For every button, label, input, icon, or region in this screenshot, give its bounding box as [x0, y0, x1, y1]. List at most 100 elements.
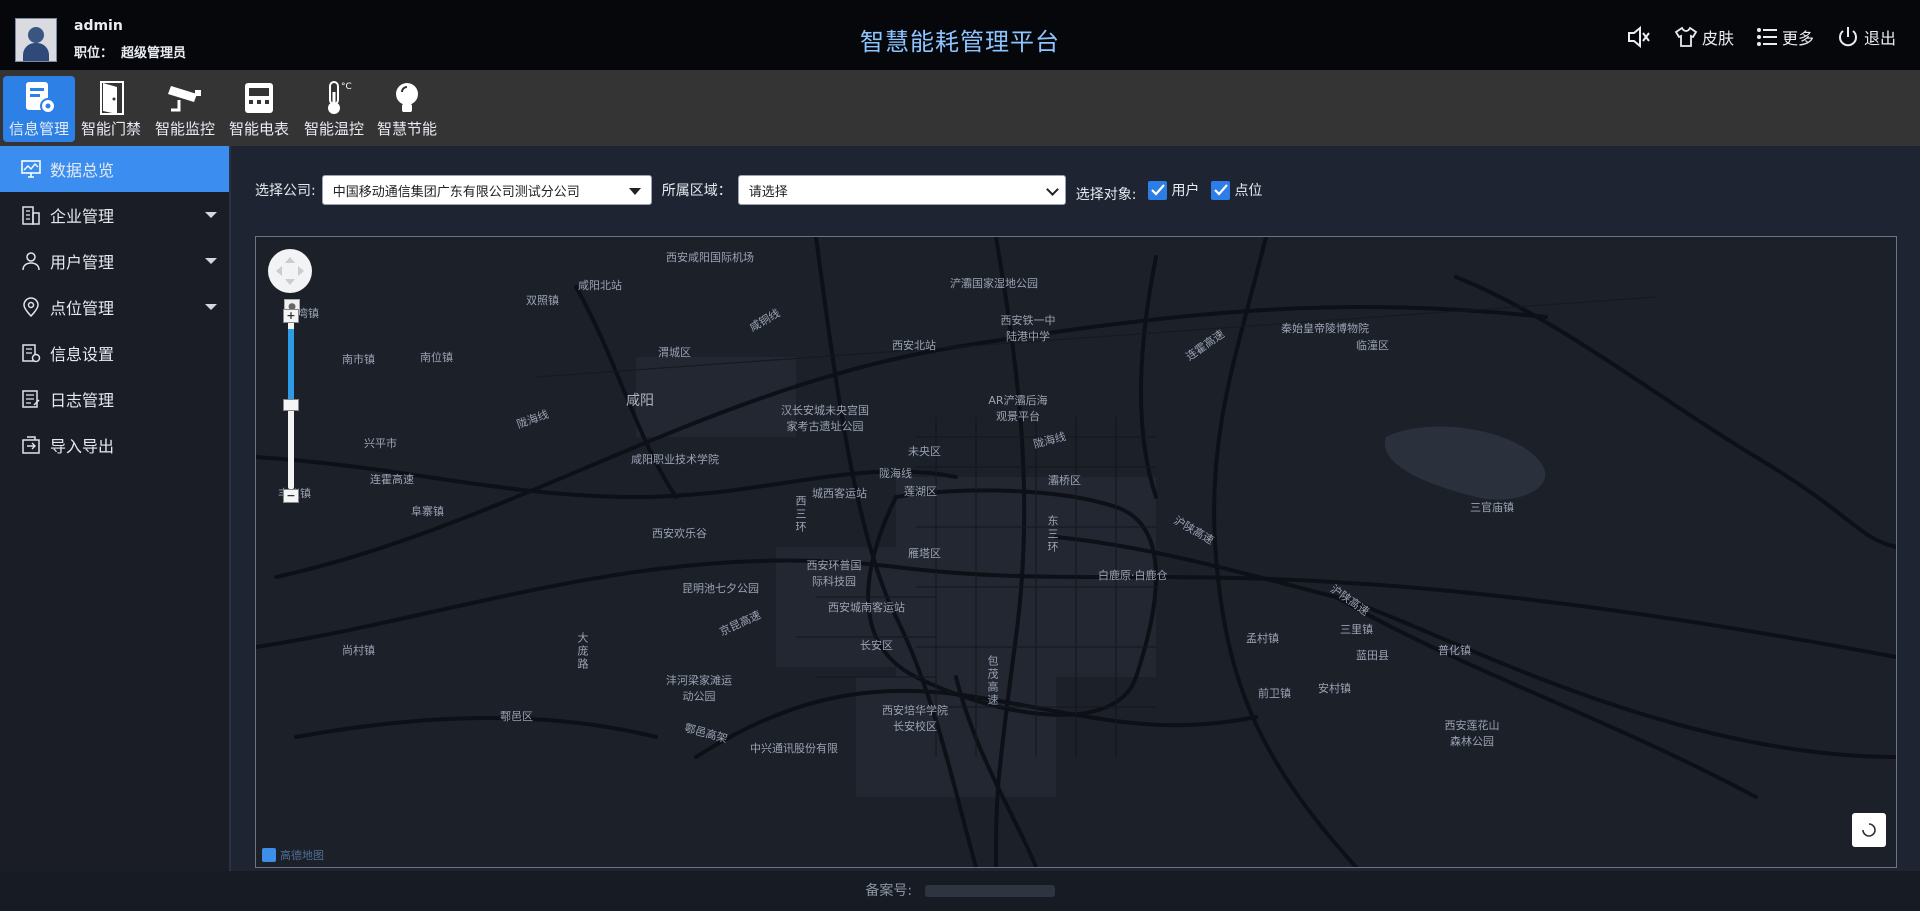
point-checkbox-label: 点位 — [1234, 183, 1263, 199]
pan-arrows-icon — [276, 257, 304, 285]
main-content: 选择公司: 中国移动通信集团广东有限公司测试分公司 所属区域： 请选择 选择对象… — [231, 146, 1920, 871]
camera-icon — [168, 86, 201, 112]
info-manage-icon — [26, 82, 56, 114]
filter-bar: 选择公司: 中国移动通信集团广东有限公司测试分公司 所属区域： 请选择 选择对象… — [255, 174, 1262, 206]
map-label: AR浐灞后海观景平台 — [988, 394, 1048, 423]
tool-smart-monitor[interactable]: 智能监控 — [149, 76, 221, 142]
map-view[interactable]: 西安咸阳国际机场 咸阳北站 双照镇 渭城区 咸阳 南市镇 南位镇 兴平市 连霍高… — [255, 236, 1897, 868]
map-label: 普化镇 — [1438, 644, 1471, 657]
map-label: 鄠邑区 — [500, 710, 533, 723]
tool-smart-meter[interactable]: 智能电表 — [223, 76, 295, 142]
company-value: 中国移动通信集团广东有限公司测试分公司 — [332, 184, 580, 200]
map-roads — [256, 237, 1896, 867]
map-label: 东三环 — [1046, 515, 1059, 554]
user-icon — [20, 250, 42, 272]
map-refresh-button[interactable] — [1852, 813, 1886, 847]
zoom-out-button[interactable]: − — [283, 489, 299, 503]
chevron-down-icon — [205, 258, 217, 264]
map-label: 兴平市 — [364, 437, 397, 450]
sidebar-item-label: 导入导出 — [50, 437, 115, 456]
more-button[interactable]: 更多 — [1756, 25, 1814, 49]
amap-logo-icon — [262, 848, 276, 862]
top-header: admin 职位： 超级管理员 智慧能耗管理平台 皮肤 更多 退出 — [0, 0, 1920, 70]
map-label: 包茂高速 — [986, 655, 999, 707]
shirt-icon — [1674, 26, 1698, 47]
map-label: 西安培华学院长安校区 — [882, 704, 948, 733]
tool-info-manage[interactable]: 信息管理 — [3, 76, 75, 142]
region-select[interactable]: 请选择 — [737, 175, 1066, 205]
sidebar-item-users[interactable]: 用户管理 — [0, 238, 229, 284]
power-icon — [1838, 27, 1857, 47]
map-label: 西安北站 — [892, 339, 936, 352]
map-label: 灞桥区 — [1048, 474, 1081, 487]
settings-doc-icon — [20, 342, 42, 364]
building-icon — [20, 204, 42, 226]
tool-smart-door[interactable]: 智能门禁 — [75, 76, 147, 142]
sidebar-item-import-export[interactable]: 导入导出 — [0, 422, 229, 468]
thermometer-icon: °C — [328, 81, 352, 114]
map-label: 孟村镇 — [1246, 632, 1279, 645]
logout-label: 退出 — [1863, 29, 1896, 48]
region-label: 所属区域： — [661, 183, 732, 199]
header-actions: 皮肤 更多 退出 — [1626, 24, 1896, 50]
tool-smart-temp[interactable]: °C 智能温控 — [298, 76, 370, 142]
monitor-icon — [20, 158, 42, 180]
speaker-mute-icon — [1627, 25, 1650, 49]
map-label: 西安欢乐谷 — [652, 527, 707, 540]
zoom-slider-handle[interactable] — [283, 399, 299, 411]
map-pan-control[interactable] — [268, 249, 312, 293]
map-label: 三里镇 — [1340, 623, 1373, 636]
map-label: 阜寨镇 — [411, 505, 444, 518]
map-label: 白鹿原·白鹿仓 — [1098, 569, 1168, 582]
company-select[interactable]: 中国移动通信集团广东有限公司测试分公司 — [321, 175, 652, 205]
tool-label: 智能电表 — [228, 120, 289, 138]
module-toolbar: 信息管理 智能门禁 智能监控 智能电表 °C 智能温控 智慧节能 — [0, 70, 1920, 146]
map-label: 城西客运站 — [812, 487, 867, 500]
sidebar-item-enterprise[interactable]: 企业管理 — [0, 192, 229, 238]
sidebar-item-label: 企业管理 — [50, 207, 115, 226]
map-label: 浐灞国家湿地公园 — [950, 277, 1038, 290]
tool-smart-energy[interactable]: 智慧节能 — [371, 76, 443, 142]
chevron-down-icon — [205, 212, 217, 218]
map-label: 南位镇 — [420, 351, 453, 364]
map-label: 陇海线 — [879, 467, 912, 480]
map-label: 双照镇 — [526, 294, 559, 307]
door-icon — [100, 81, 124, 115]
map-label: 连霍高速 — [370, 473, 414, 486]
zoom-in-button[interactable]: + — [283, 309, 299, 323]
map-label: 长安区 — [860, 639, 893, 652]
map-provider-logo[interactable]: 高德地图 — [262, 847, 324, 863]
sidebar: 数据总览 企业管理 用户管理 点位管理 信息设置 日志管理 导入导出 — [0, 146, 231, 871]
sidebar-item-label: 用户管理 — [50, 253, 115, 272]
map-label: 西安城南客运站 — [828, 601, 905, 614]
map-label: 西安咸阳国际机场 — [666, 251, 754, 264]
map-label: 西三环 — [794, 495, 807, 534]
map-label: 中兴通讯股份有限 — [750, 742, 838, 755]
map-label: 雁塔区 — [908, 547, 941, 560]
tool-label: 智能监控 — [154, 120, 215, 138]
point-checkbox[interactable] — [1211, 180, 1231, 200]
map-label: 尚村镇 — [342, 644, 375, 657]
map-label: 咸阳 — [626, 393, 654, 409]
map-label: 汉长安城未央宫国家考古遗址公园 — [781, 404, 869, 433]
sidebar-item-data-overview[interactable]: 数据总览 — [0, 146, 229, 192]
company-label: 选择公司: — [255, 183, 316, 199]
sidebar-item-info-settings[interactable]: 信息设置 — [0, 330, 229, 376]
user-checkbox-label: 用户 — [1171, 183, 1200, 199]
user-checkbox[interactable] — [1148, 180, 1168, 200]
sidebar-item-points[interactable]: 点位管理 — [0, 284, 229, 330]
map-label: 沣河梁家滩运动公园 — [666, 674, 732, 703]
map-label: 三官庙镇 — [1470, 501, 1514, 514]
import-export-icon — [20, 434, 42, 456]
bulb-icon — [396, 83, 418, 112]
mute-button[interactable] — [1626, 25, 1652, 49]
logout-button[interactable]: 退出 — [1836, 25, 1896, 49]
skin-button[interactable]: 皮肤 — [1674, 25, 1734, 49]
sidebar-item-label: 数据总览 — [50, 161, 115, 180]
record-number-redacted — [924, 885, 1055, 897]
sidebar-item-logs[interactable]: 日志管理 — [0, 376, 229, 422]
map-label: 渭城区 — [658, 346, 691, 359]
location-pin-icon — [20, 296, 42, 318]
sidebar-item-label: 日志管理 — [50, 391, 115, 410]
map-label: 临潼区 — [1356, 339, 1389, 352]
